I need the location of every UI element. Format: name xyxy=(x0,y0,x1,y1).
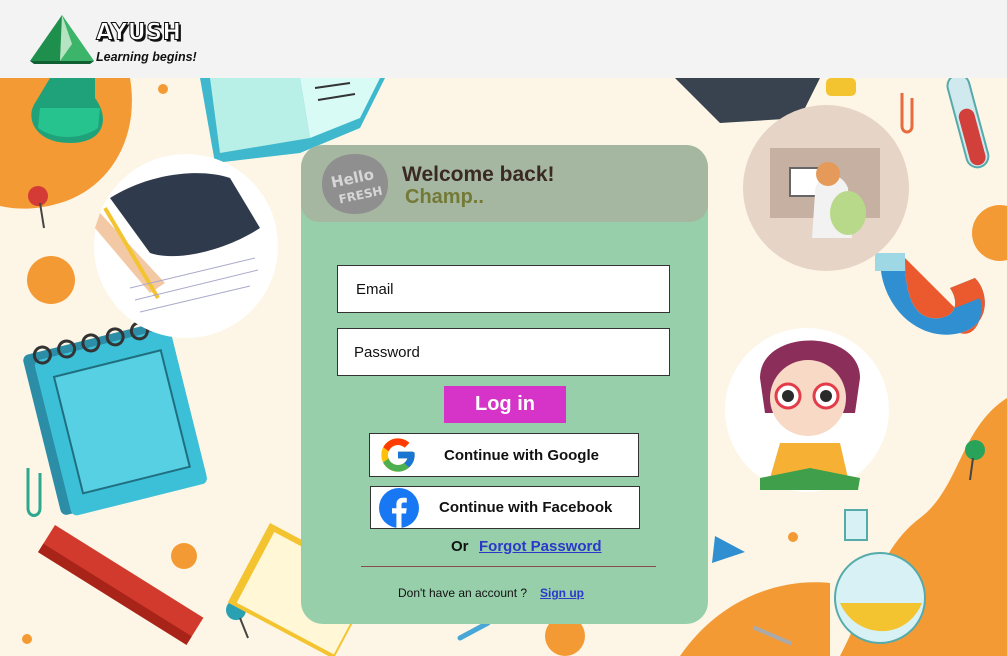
card-header: Hello FRESH Welcome back! Champ.. xyxy=(301,145,708,222)
welcome-subtitle: Champ.. xyxy=(405,186,484,208)
login-button[interactable]: Log in xyxy=(444,386,566,423)
or-label: Or xyxy=(451,538,469,555)
mountain-logo-icon xyxy=(30,15,94,64)
divider xyxy=(361,566,656,567)
login-card: Hello FRESH Welcome back! Champ.. Log in… xyxy=(301,145,708,624)
password-field[interactable] xyxy=(337,328,670,376)
facebook-icon xyxy=(378,487,420,529)
google-icon xyxy=(377,434,419,476)
facebook-login-button[interactable]: Continue with Facebook xyxy=(370,486,640,529)
brand-tagline: Learning begins! xyxy=(96,50,197,64)
signup-prompt: Don't have an account ? xyxy=(398,586,528,600)
header: AYUSH Learning begins! xyxy=(0,0,1007,78)
site-logo[interactable]: AYUSH Learning begins! xyxy=(30,14,205,66)
facebook-login-label: Continue with Facebook xyxy=(439,499,613,516)
email-field[interactable] xyxy=(337,265,670,313)
hellofresh-badge-icon: Hello FRESH xyxy=(322,154,388,214)
email-input[interactable] xyxy=(338,266,669,312)
google-login-button[interactable]: Continue with Google xyxy=(369,433,639,477)
signup-link[interactable]: Sign up xyxy=(540,586,584,600)
brand-name: AYUSH xyxy=(95,19,182,46)
forgot-password-link[interactable]: Forgot Password xyxy=(479,538,602,555)
google-login-label: Continue with Google xyxy=(444,446,599,464)
welcome-heading: Welcome back! xyxy=(402,163,555,186)
password-input[interactable] xyxy=(338,329,669,375)
